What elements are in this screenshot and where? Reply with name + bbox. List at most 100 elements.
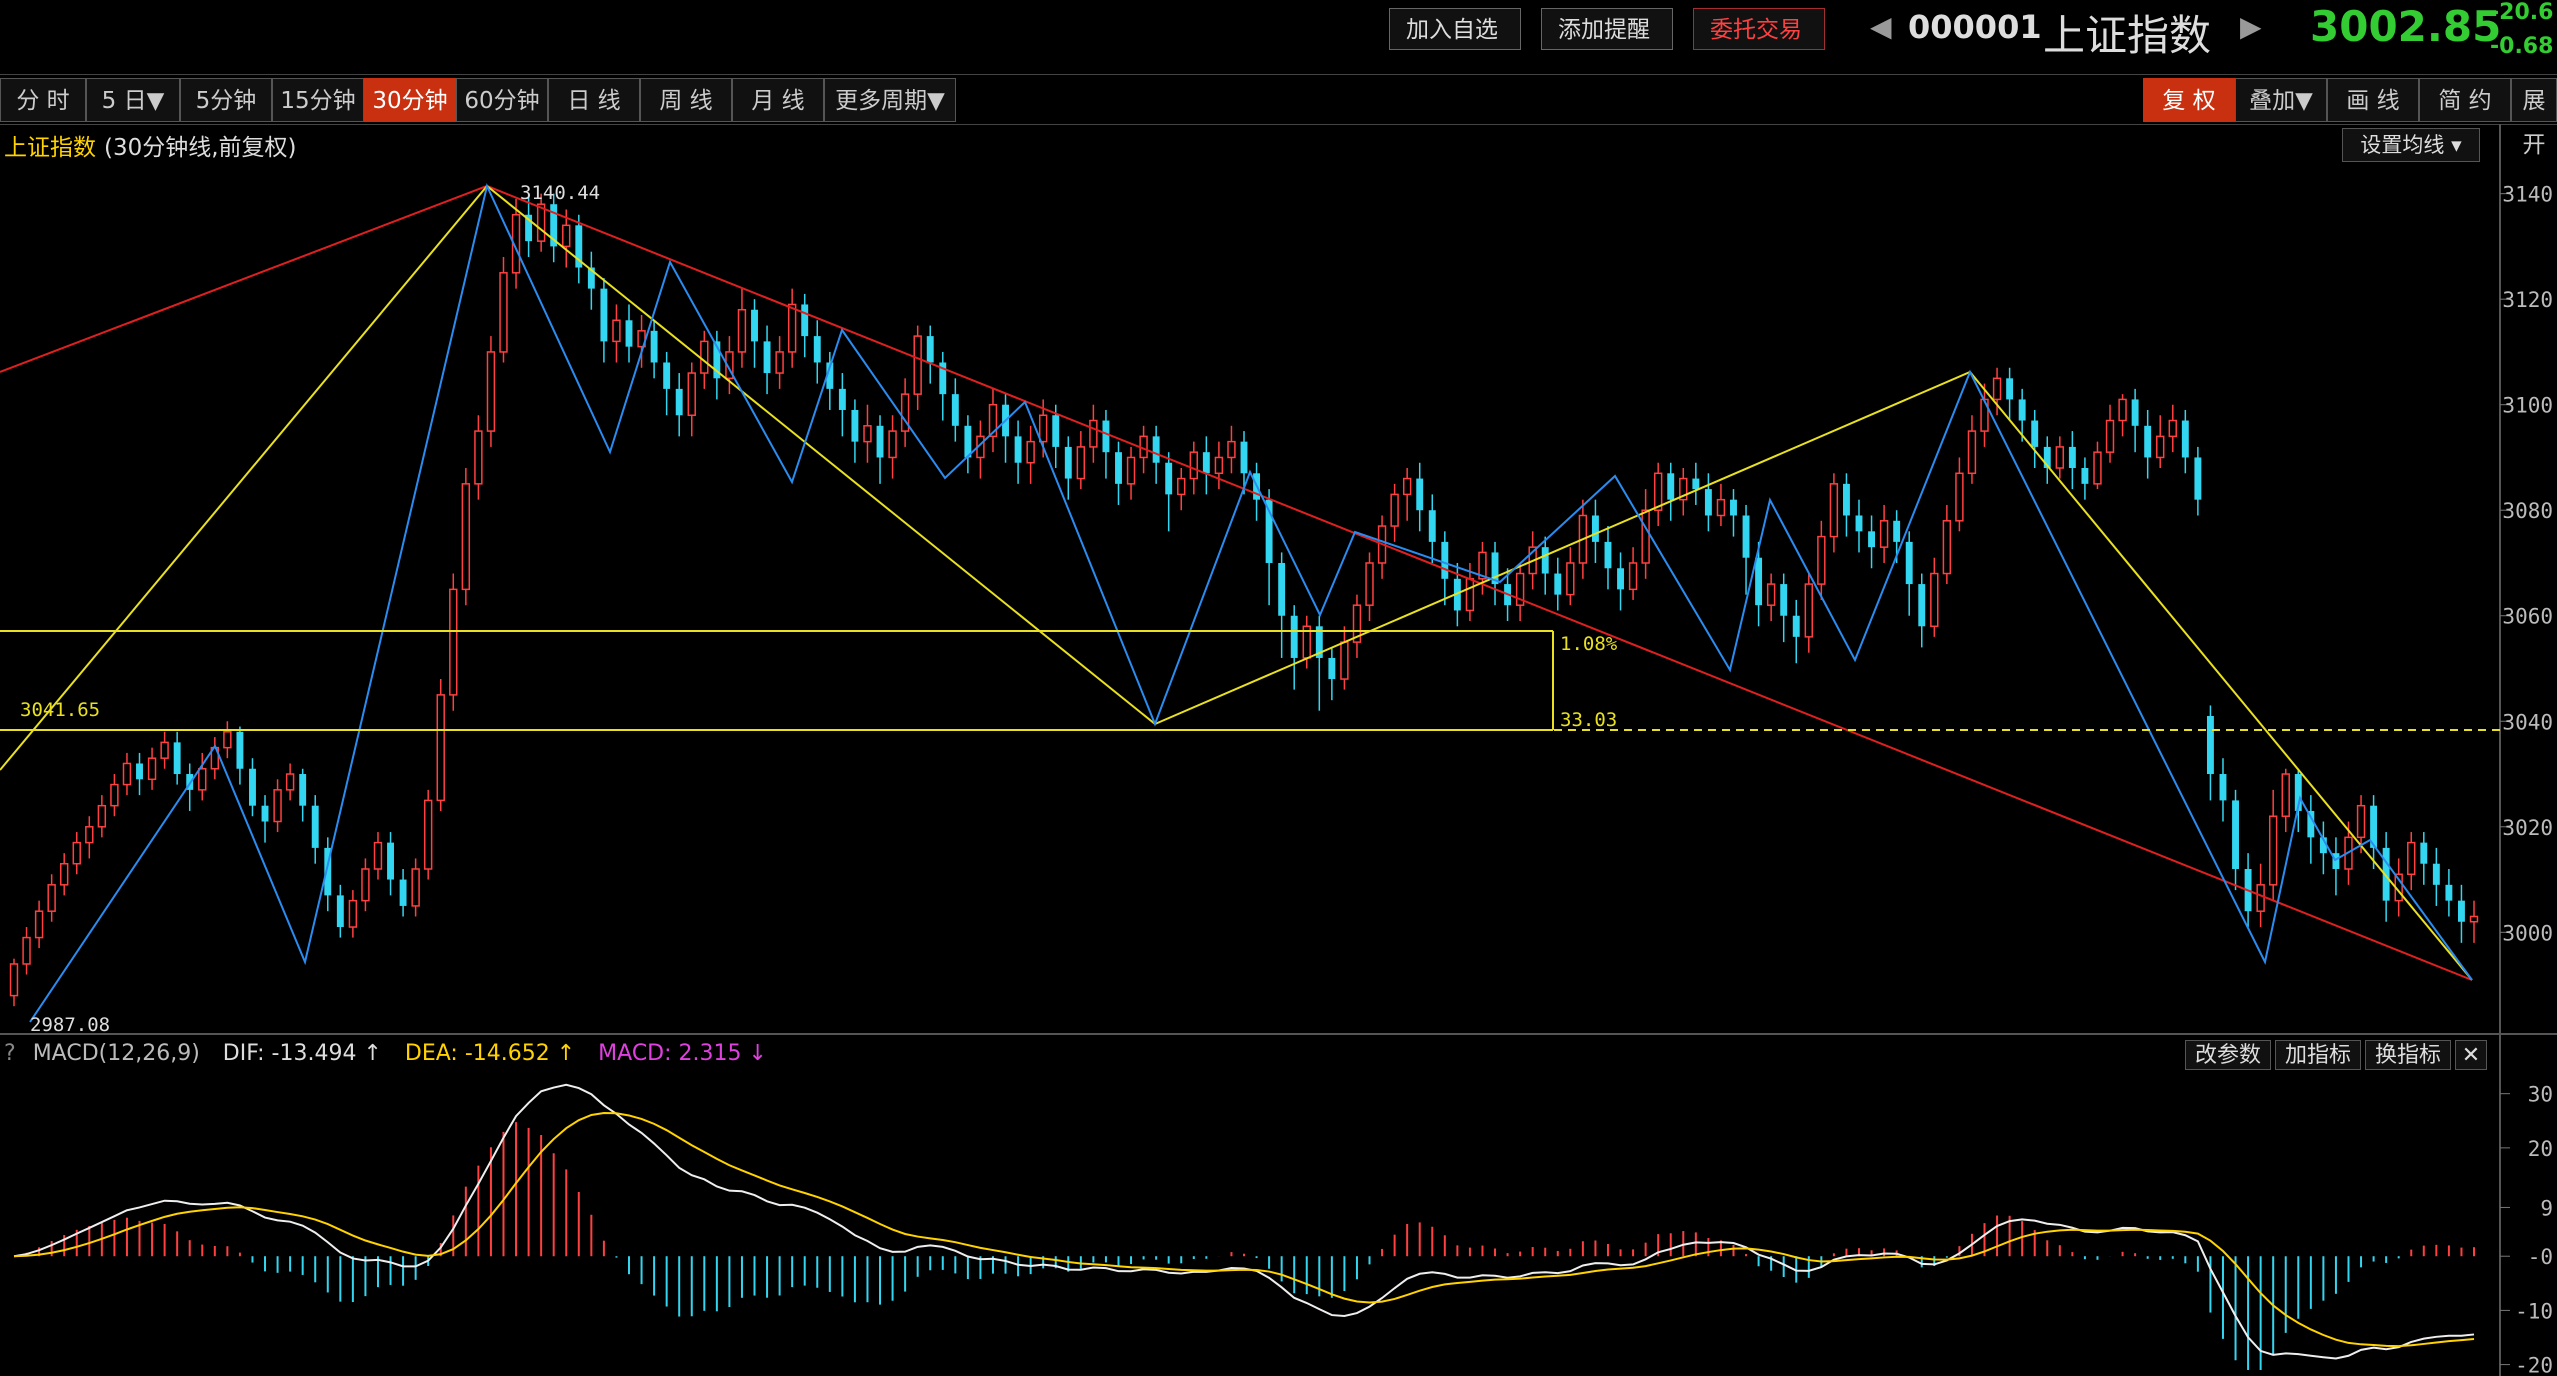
candle-body <box>1905 541 1913 585</box>
candle-body <box>926 336 934 363</box>
candle-body <box>813 336 821 363</box>
candle-body <box>1089 419 1098 448</box>
macd-dif: DIF: -13.494 ↑ <box>222 1041 382 1066</box>
candle-body <box>2018 399 2026 421</box>
candle-body <box>687 372 696 417</box>
candle-body <box>1879 520 1889 548</box>
price-tick-label: 3140 <box>2502 183 2553 207</box>
candle-body <box>387 842 394 880</box>
candle-body <box>1893 520 1901 542</box>
candle-body <box>2144 425 2152 458</box>
add-indicator-button[interactable]: 加指标 <box>2275 1040 2361 1070</box>
candle-body <box>600 288 608 342</box>
candle-body <box>436 694 445 802</box>
candle-body <box>2168 419 2177 438</box>
dea-line <box>13 1112 2475 1348</box>
candle-body <box>775 351 784 374</box>
red-trendline[interactable] <box>0 184 2473 981</box>
candle-body <box>1064 446 1072 479</box>
candle-body <box>1189 451 1198 480</box>
candle-body <box>1766 583 1776 606</box>
candle-body <box>223 731 232 749</box>
candle-body <box>361 868 370 902</box>
candle-body <box>751 309 758 342</box>
candle-body <box>311 805 319 848</box>
candle-body <box>1792 615 1800 637</box>
candle-body <box>1918 584 1926 627</box>
candle-body <box>838 388 846 410</box>
yellow-zigzag-line[interactable] <box>0 184 2473 981</box>
candle-body <box>1052 415 1060 447</box>
candle-body <box>913 335 922 395</box>
candle-body <box>423 799 433 870</box>
macd-tick-label: 20 <box>2528 1137 2553 1161</box>
candle-body <box>1177 477 1186 496</box>
candle-body <box>1868 531 1876 548</box>
candle-body <box>173 742 181 775</box>
macd-params-button[interactable]: 改参数 <box>2185 1040 2271 1070</box>
macd-tick-label: -10 <box>2515 1299 2553 1323</box>
candle-body <box>2081 468 2089 484</box>
candle-body <box>763 341 771 374</box>
candle-body <box>198 767 207 791</box>
candle-body <box>1566 562 1575 596</box>
macd-tick-label: -20 <box>2515 1354 2553 1376</box>
candle-body <box>1617 568 1624 590</box>
candle-body <box>147 757 157 781</box>
candle-body <box>2093 451 2102 485</box>
blue-wave-line[interactable] <box>29 182 2473 1023</box>
candle-body <box>122 762 132 786</box>
candle-body <box>1152 436 1160 463</box>
macd-axis: 30 20 9 -0 -10 -20 <box>2500 1083 2553 1376</box>
candle-body <box>2118 398 2127 422</box>
candle-body <box>663 362 671 389</box>
candle-body <box>1428 510 1436 542</box>
macd-tick-label: 30 <box>2528 1083 2553 1107</box>
candle-body <box>2206 715 2214 775</box>
candle-body <box>1541 547 1549 574</box>
level-label: 3041.65 <box>20 699 100 721</box>
candle-body <box>1328 657 1336 680</box>
candle-body <box>411 868 420 907</box>
candle-body <box>1930 572 1939 628</box>
candle-body <box>1214 456 1224 475</box>
candle-body <box>2407 841 2416 876</box>
candle-body <box>2232 800 2239 869</box>
candle-body <box>1240 441 1248 474</box>
candle-body <box>2256 884 2265 912</box>
candle-body <box>486 351 496 432</box>
high-label: 3140.44 <box>520 182 600 204</box>
macd-tick-label: -0 <box>2528 1245 2553 1269</box>
drawings-layer: 3140.44 2987.08 3041.65 1.08% 33.03 <box>0 182 2500 1036</box>
candle-body <box>336 895 344 928</box>
candle-body <box>1165 462 1173 495</box>
candle-body <box>1628 562 1638 591</box>
macd-value: MACD: 2.315 ↓ <box>598 1041 767 1066</box>
candle-body <box>1227 440 1236 459</box>
candle-body <box>2055 446 2065 469</box>
candle-body <box>2268 815 2278 886</box>
candle-body <box>2031 420 2039 447</box>
macd-help-icon[interactable]: ? <box>4 1041 16 1066</box>
candle-body <box>461 483 471 591</box>
candle-body <box>1026 440 1035 464</box>
macd-name: MACD(12,26,9) <box>32 1041 200 1066</box>
candle-body <box>136 763 143 780</box>
diff-label: 33.03 <box>1560 709 1617 731</box>
candle-body <box>110 783 119 807</box>
candle-body <box>273 789 282 823</box>
candle-body <box>1126 456 1136 485</box>
candle-body <box>249 768 256 806</box>
candle-body <box>1842 483 1850 516</box>
candle-body <box>34 910 44 939</box>
switch-indicator-button[interactable]: 换指标 <box>2365 1040 2451 1070</box>
candle-body <box>85 826 94 844</box>
candle-body <box>22 936 31 965</box>
close-indicator-icon[interactable]: ✕ <box>2455 1040 2487 1070</box>
candle-body <box>951 394 959 426</box>
kline-chart[interactable]: 30003020304030603080310031203140 3140.44… <box>0 0 2557 1376</box>
candle-body <box>1416 478 1424 511</box>
candle-body <box>801 304 809 337</box>
candle-body <box>1716 498 1726 517</box>
candle-body <box>612 319 621 343</box>
